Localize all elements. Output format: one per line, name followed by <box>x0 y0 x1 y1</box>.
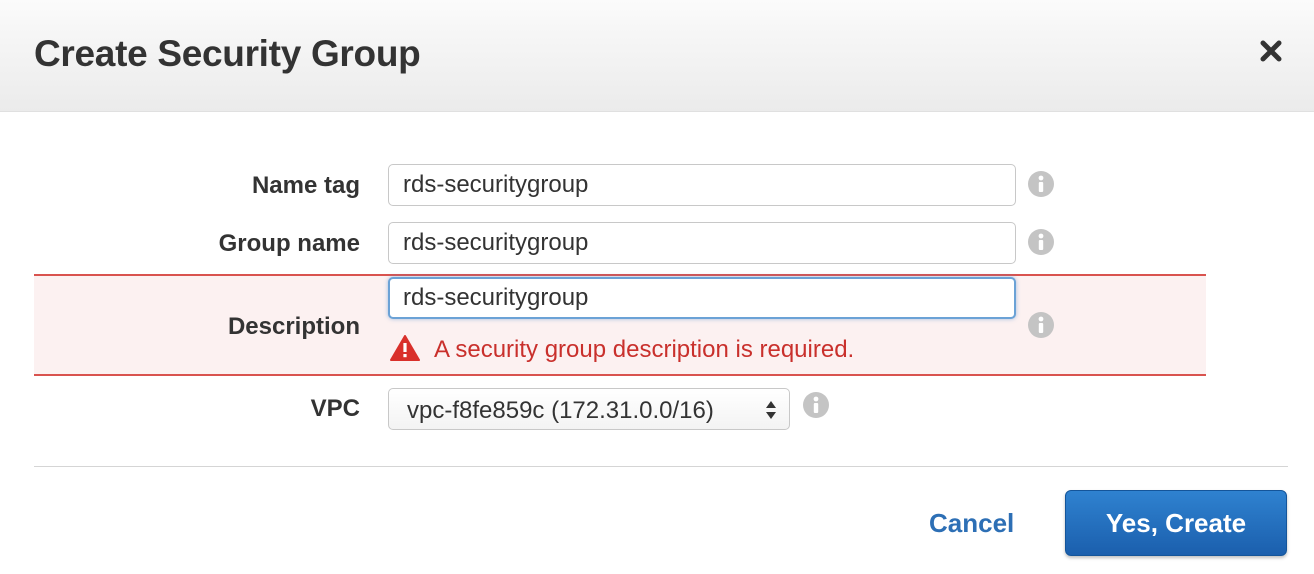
vpc-label: VPC <box>310 395 360 422</box>
info-icon[interactable] <box>1027 311 1055 339</box>
name-tag-input[interactable] <box>388 164 1016 206</box>
dialog-title: Create Security Group <box>34 33 421 74</box>
dialog-header: Create Security Group <box>0 0 1314 112</box>
info-icon[interactable] <box>802 391 830 419</box>
group-name-input[interactable] <box>388 222 1016 264</box>
info-icon[interactable] <box>1027 228 1055 256</box>
name-tag-label: Name tag <box>251 172 360 199</box>
yes-create-label: Yes, Create <box>1105 507 1247 538</box>
close-icon[interactable] <box>1256 36 1286 66</box>
description-input[interactable] <box>388 277 1016 319</box>
info-icon[interactable] <box>1027 170 1055 198</box>
vpc-select[interactable]: vpc-f8fe859c (172.31.0.0/16) <box>388 388 790 430</box>
description-error-message: A security group description is required… <box>434 336 855 363</box>
yes-create-button[interactable]: Yes, Create <box>1065 490 1287 556</box>
group-name-label: Group name <box>218 230 360 257</box>
create-security-group-dialog: Create Security Group Name tag Group nam… <box>0 0 1314 574</box>
footer-divider <box>34 466 1288 467</box>
cancel-button[interactable]: Cancel <box>929 508 1014 539</box>
description-label: Description <box>227 313 360 340</box>
select-arrows-icon <box>766 401 776 419</box>
warning-icon <box>390 335 420 361</box>
vpc-selected-value: vpc-f8fe859c (172.31.0.0/16) <box>407 397 714 424</box>
